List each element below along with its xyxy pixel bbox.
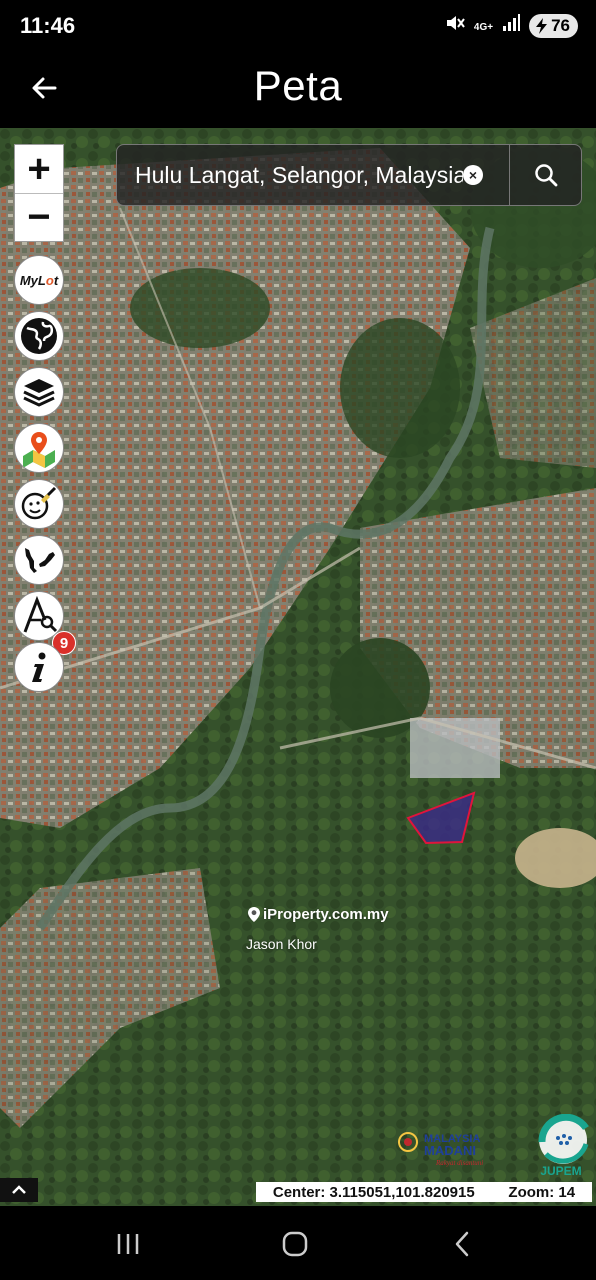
clear-search-button[interactable]: × [463,165,483,185]
page-title: Peta [253,62,343,109]
chevron-up-icon [12,1185,26,1194]
svg-text:MADANI: MADANI [424,1143,476,1158]
app-bar: Peta [0,52,596,128]
zoom-in-button[interactable]: + [15,145,63,193]
status-bar: 11:46 4G+ 76 [0,0,596,52]
info-button[interactable] [14,642,64,692]
recent-apps-button[interactable] [98,1224,158,1264]
signal-icon [501,13,521,38]
location-button[interactable] [14,423,64,473]
map-pin-icon [23,432,55,468]
home-icon [282,1231,308,1257]
malaysia-map-button[interactable] [14,535,64,585]
basemap-button[interactable] [14,311,64,361]
map-view[interactable]: + − × MyLot 9 iProperty.com.my [0,128,596,1206]
mylot-button[interactable]: MyLot [14,255,64,305]
measure-icon [23,596,58,633]
zoom-control: + − [14,144,64,242]
jupem-logo: JUPEM [538,1114,589,1178]
mute-icon [444,12,466,39]
search-box: × [116,144,582,206]
svg-text:JUPEM: JUPEM [540,1164,581,1178]
map-info-bar: Center: 3.115051,101.820915 Zoom: 14 [256,1182,592,1202]
watermark-brand-text: iProperty.com.my [263,906,389,923]
search-button[interactable] [509,145,581,205]
svg-text:Rakyat disantuni: Rakyat disantuni [435,1159,483,1167]
status-icons: 4G+ 76 [444,12,578,39]
globe-icon [21,318,57,354]
expand-panel-button[interactable] [0,1178,38,1202]
malaysia-icon [25,548,55,573]
chevron-left-icon [455,1231,469,1257]
watermark-agent: Jason Khor [246,936,317,952]
layers-icon [23,379,55,407]
zoom-out-button[interactable]: − [15,193,63,241]
broom-face-icon [21,486,57,520]
satellite-imagery [0,128,596,1206]
watermark-brand: iProperty.com.my [248,906,389,923]
map-zoom-readout: Zoom: 14 [508,1183,576,1201]
search-icon [534,164,557,187]
battery-level: 76 [551,15,570,35]
search-input[interactable] [117,145,463,205]
map-center-readout: Center: 3.115051,101.820915 [272,1183,475,1201]
mylot-logo: MyLot [19,272,59,288]
map-pin-icon [248,907,260,922]
battery-indicator: 76 [529,13,578,38]
status-time: 11:46 [20,13,76,38]
charging-icon [536,17,548,34]
network-label: 4G+ [473,21,494,33]
home-button[interactable] [265,1224,325,1264]
back-nav-button[interactable] [432,1224,492,1264]
system-nav-bar [0,1206,596,1280]
network-icon: 4G+ [474,17,493,35]
malaysia-madani-logo: MALAYSIA MADANI Rakyat disantuni [398,1132,483,1167]
close-icon: × [468,167,478,183]
layers-button[interactable] [14,367,64,417]
recent-apps-icon [117,1234,139,1254]
clear-map-button[interactable] [14,479,64,529]
info-icon [32,652,46,682]
